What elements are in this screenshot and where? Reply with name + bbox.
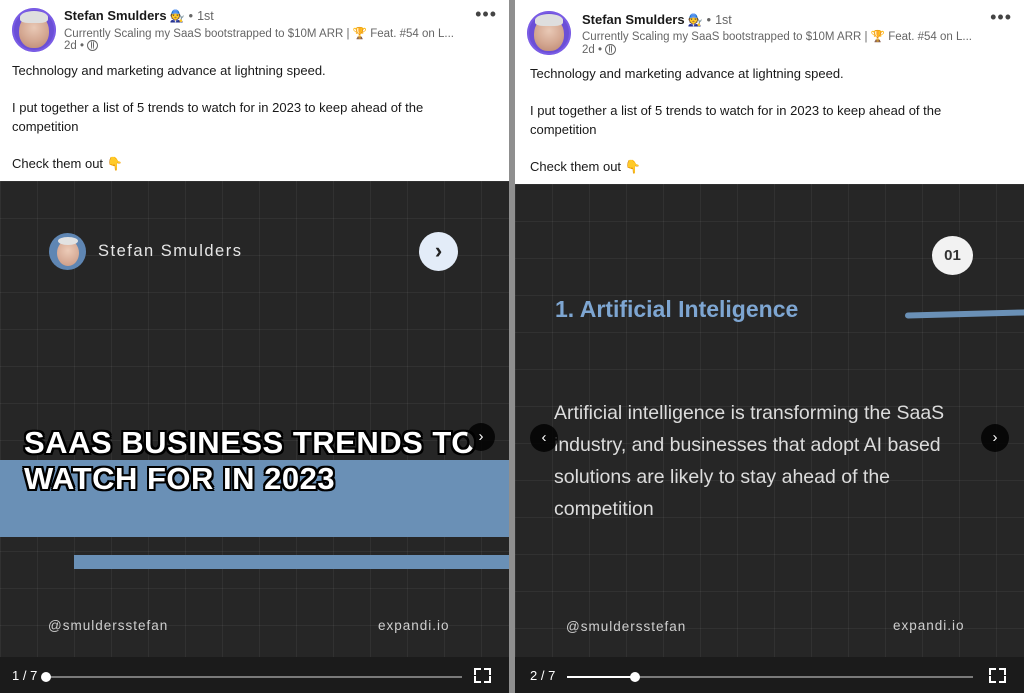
carousel-prev-button[interactable]: ‹ [530,424,558,452]
separator-dot: • [706,12,712,27]
separator-dot: • [594,44,603,56]
progress-knob[interactable] [41,672,51,682]
more-options-button[interactable]: ••• [990,7,1012,28]
avatar-hair [58,237,78,245]
globe-icon [87,40,99,51]
post-time: 2d • [64,40,99,52]
slide-title-line: WATCH FOR IN 2023 [24,461,336,496]
author-avatar[interactable] [527,11,571,55]
post-header: Stefan Smulders 🧑‍🔧 • 1st Currently Scaling… [0,0,509,62]
slide-author-name: Stefan Smulders [98,242,243,260]
carousel-controls: 1 / 7 [0,657,509,693]
slide-avatar [49,233,86,270]
document-carousel[interactable]: 01 1. Artificial Inteligence Artificial … [515,184,1024,657]
author-line: Stefan Smulders 🧑‍🔧 • 1st [64,8,214,23]
slide-footer-handle: @smuldersstefan [48,618,169,633]
fullscreen-icon[interactable] [989,668,1006,683]
fullscreen-icon[interactable] [474,668,491,683]
author-headline: Currently Scaling my SaaS bootstrapped t… [64,28,454,40]
post-card-1: Stefan Smulders 🧑‍🔧 • 1st Currently Scaling… [0,0,509,693]
progress-track[interactable] [41,672,462,682]
connection-degree: 1st [197,9,214,23]
author-avatar[interactable] [12,8,56,52]
post-text-line: Technology and marketing advance at ligh… [12,63,326,78]
separator-dot: • [188,8,194,23]
separator-dot: • [76,40,85,52]
post-text-line: Check them out 👇 [530,158,641,174]
author-headline: Currently Scaling my SaaS bootstrapped t… [582,31,972,43]
post-time-label: 2d [64,40,77,52]
carousel-next-button[interactable]: › [981,424,1009,452]
post-text-line: I put together a list of 5 trends to wat… [530,103,942,137]
post-time: 2d • [582,44,617,56]
decor-brush-stroke [904,309,1024,319]
post-time-label: 2d [582,44,595,56]
slide-footer-site: expandi.io [893,618,965,633]
slide-title-line: SAAS BUSINESS TRENDS TO [24,425,476,460]
globe-icon [605,44,617,55]
more-options-button[interactable]: ••• [475,4,497,25]
post-text: Technology and marketing advance at ligh… [12,62,492,173]
slide-next-graphic-icon: › [419,232,458,271]
decor-bar [74,555,509,569]
slide-footer-handle: @smuldersstefan [566,619,687,634]
progress-knob[interactable] [629,672,640,682]
page-counter: 2 / 7 [530,668,556,683]
carousel-controls: 2 / 7 [515,657,1024,693]
post-text-line: I put together a list of 5 trends to wat… [12,100,424,134]
author-name[interactable]: Stefan Smulders [64,8,167,23]
author-emoji: 🧑‍🔧 [169,9,185,23]
slide-body-text: Artificial intelligence is transforming … [554,402,945,520]
author-emoji: 🧑‍🔧 [687,13,703,27]
slide-title: SAAS BUSINESS TRENDS TO WATCH FOR IN 202… [24,425,494,497]
slide-number-badge: 01 [932,236,973,275]
carousel-next-button[interactable]: › [467,423,495,451]
author-line: Stefan Smulders 🧑‍🔧 • 1st [582,12,732,27]
slide-footer-site: expandi.io [378,618,450,633]
connection-degree: 1st [715,13,732,27]
document-carousel[interactable]: Stefan Smulders › SAAS BUSINESS TRENDS T… [0,181,509,657]
open-to-work-ring [527,11,571,55]
progress-fill [567,676,635,678]
progress-track[interactable] [567,672,973,682]
post-card-2: Stefan Smulders 🧑‍🔧 • 1st Currently Scaling… [515,0,1024,693]
slide-heading: 1. Artificial Inteligence [555,296,799,322]
author-name[interactable]: Stefan Smulders [582,12,685,27]
post-text-line: Check them out 👇 [12,155,123,171]
page-counter: 1 / 7 [12,668,38,683]
post-text-line: Technology and marketing advance at ligh… [530,66,844,81]
open-to-work-ring [12,8,56,52]
post-header: Stefan Smulders 🧑‍🔧 • 1st Currently Scaling… [515,0,1024,62]
post-text: Technology and marketing advance at ligh… [530,65,1010,176]
